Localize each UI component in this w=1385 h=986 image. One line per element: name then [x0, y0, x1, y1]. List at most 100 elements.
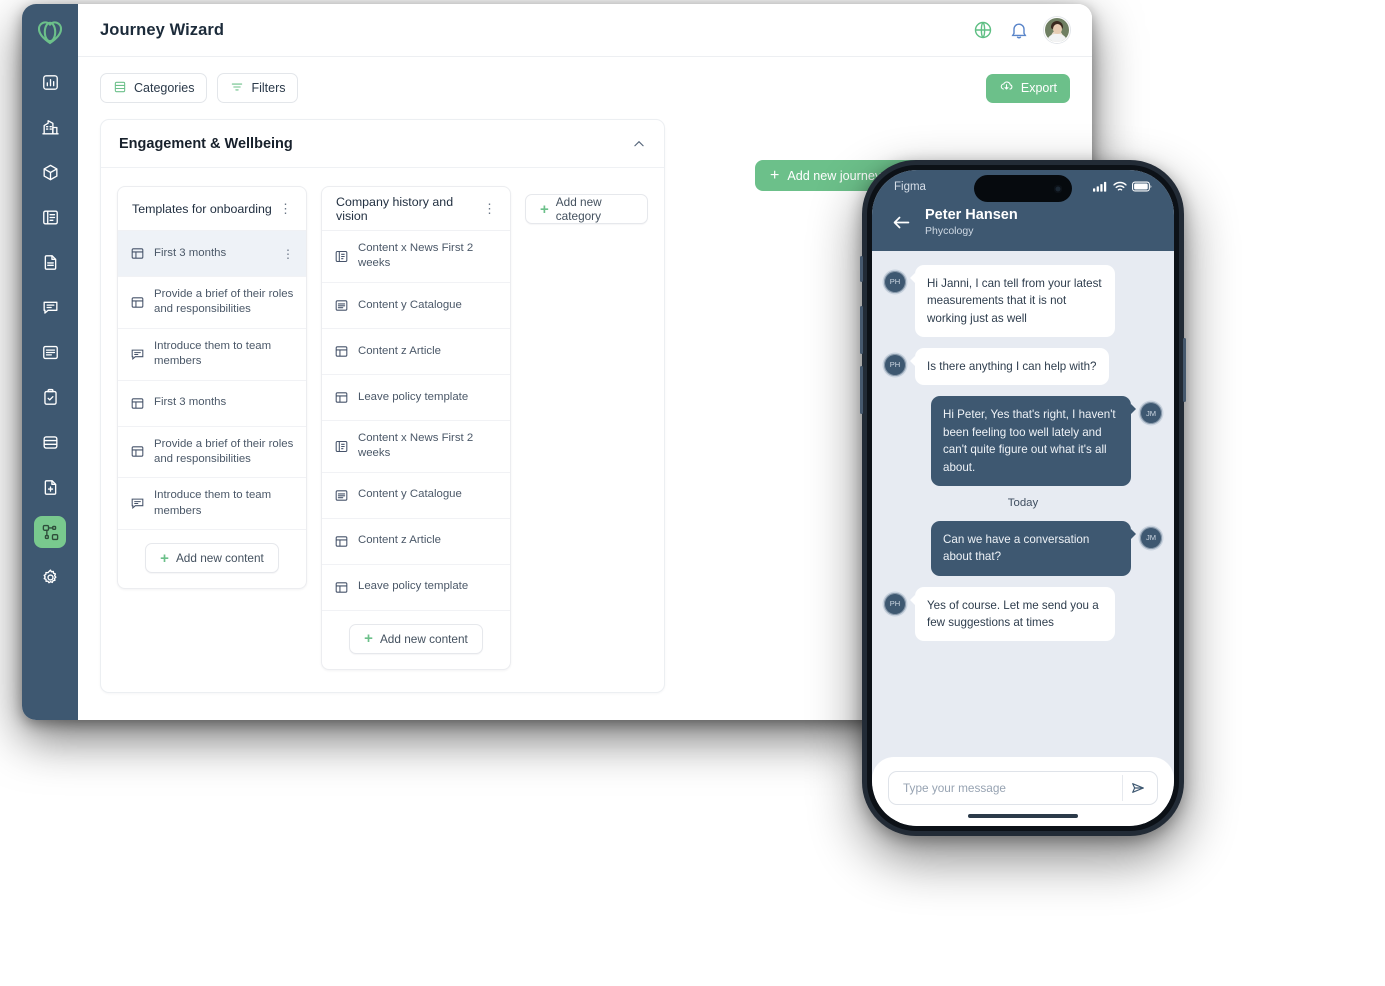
message-bubble: Yes of course. Let me send you a few sug…	[910, 586, 1115, 642]
wifi-icon	[1113, 181, 1127, 192]
phone-frame: Figma Peter Hansen Phycology PH Hi Janni…	[867, 165, 1179, 831]
message-avatar: JM	[1140, 402, 1162, 425]
add-new-category-button[interactable]: + Add new category	[525, 194, 648, 224]
sidebar-item-company[interactable]	[34, 111, 66, 143]
chart-bar-icon	[41, 73, 60, 92]
document-icon	[41, 253, 60, 272]
content-row[interactable]: Content z Article	[322, 329, 510, 375]
message-bubble: Can we have a conversation about that?	[931, 520, 1136, 576]
content-row-label: Leave policy template	[358, 580, 469, 593]
list-rows-icon	[113, 80, 127, 97]
chat-message: PH Hi Janni, I can tell from your latest …	[884, 264, 1162, 337]
filters-button[interactable]: Filters	[217, 73, 299, 103]
chat-message: PH Yes of course. Let me send you a few s…	[884, 586, 1162, 642]
export-button[interactable]: Export	[985, 73, 1070, 103]
filters-label: Filters	[251, 81, 286, 95]
message-avatar: JM	[1140, 526, 1162, 549]
list-lines-icon	[41, 343, 60, 362]
plus-icon: +	[540, 200, 549, 218]
send-paper-plane-icon[interactable]	[1122, 775, 1153, 801]
composer-input-wrap	[888, 771, 1158, 805]
chat-messages[interactable]: PH Hi Janni, I can tell from your latest …	[872, 250, 1174, 757]
sidebar-nav	[34, 66, 66, 606]
content-row-label: First 3 months	[154, 246, 227, 259]
book-open-icon	[334, 439, 349, 454]
document-plus-icon	[41, 478, 60, 497]
avatar[interactable]	[1044, 17, 1070, 43]
content-row-label: Content z Article	[358, 534, 441, 547]
message-input[interactable]	[901, 780, 1122, 796]
message-bubble: Hi Peter, Yes that's right, I haven't be…	[931, 396, 1136, 486]
chevron-up-icon[interactable]	[632, 137, 646, 151]
sidebar-item-messages[interactable]	[34, 291, 66, 323]
database-icon	[41, 433, 60, 452]
content-row[interactable]: Content x News First 2 weeks	[322, 231, 510, 283]
content-row[interactable]: Content z Article	[322, 519, 510, 565]
content-row[interactable]: Provide a brief of their roles and respo…	[118, 277, 306, 329]
content-row[interactable]: Content x News First 2 weeks	[322, 421, 510, 473]
content-row[interactable]: Introduce them to team members	[118, 478, 306, 531]
battery-icon	[1132, 181, 1152, 192]
chat-message: Hi Peter, Yes that's right, I haven't be…	[884, 396, 1162, 486]
sidebar-item-new-document[interactable]	[34, 471, 66, 503]
category-menu-icon[interactable]: ⋮	[483, 202, 496, 215]
phone-volume-down-button[interactable]	[860, 366, 863, 414]
dynamic-island	[974, 175, 1072, 202]
content-row[interactable]: Content y Catalogue	[322, 473, 510, 519]
content-row-label: Introduce them to team members	[154, 339, 272, 368]
add-new-content-button[interactable]: + Add new content	[145, 543, 279, 574]
globe-icon[interactable]	[972, 19, 994, 41]
bell-icon[interactable]	[1008, 19, 1030, 41]
phase-header[interactable]: Engagement & Wellbeing	[101, 120, 664, 168]
category-column-header: Company history and vision ⋮	[322, 187, 510, 231]
category-menu-icon[interactable]: ⋮	[279, 202, 292, 215]
chat-message: Can we have a conversation about that? JM	[884, 520, 1162, 576]
status-app-name: Figma	[894, 180, 926, 193]
content-row[interactable]: Leave policy template	[322, 375, 510, 421]
content-row[interactable]: Introduce them to team members	[118, 329, 306, 381]
content-row[interactable]: Leave policy template	[322, 565, 510, 611]
plus-icon: +	[364, 630, 373, 648]
plus-icon: +	[770, 166, 780, 184]
content-row-menu-icon[interactable]: ⋮	[282, 248, 294, 260]
content-row[interactable]: First 3 months ⋮	[118, 231, 306, 277]
category-column: Templates for onboarding ⋮ First 3 months ⋮…	[117, 186, 307, 590]
add-content-label: Add new content	[175, 551, 264, 566]
page-title: Journey Wizard	[100, 20, 225, 39]
back-arrow-icon[interactable]	[892, 214, 911, 231]
sidebar-item-analytics[interactable]	[34, 66, 66, 98]
sidebar-item-tasks[interactable]	[34, 381, 66, 413]
sidebar-item-database[interactable]	[34, 426, 66, 458]
topbar-actions	[972, 17, 1070, 43]
message-bubble: Is there anything I can help with?	[910, 347, 1109, 386]
top-bar: Journey Wizard	[78, 4, 1092, 57]
message-composer	[872, 757, 1174, 826]
book-open-icon	[41, 208, 60, 227]
layout-template-icon	[130, 444, 145, 459]
sidebar-item-settings[interactable]	[34, 561, 66, 593]
sidebar	[22, 4, 78, 720]
content-row-label: Introduce them to team members	[154, 489, 272, 517]
phone-power-button[interactable]	[1183, 338, 1186, 402]
phone-volume-up-button[interactable]	[860, 306, 863, 354]
content-row[interactable]: Content y Catalogue	[322, 283, 510, 329]
phone-silent-switch[interactable]	[860, 256, 863, 282]
peer-role: Phycology	[925, 225, 974, 238]
add-new-content-button[interactable]: + Add new content	[349, 623, 483, 654]
category-title: Company history and vision	[336, 194, 454, 223]
chat-bubble-icon	[41, 298, 60, 317]
content-row[interactable]: Provide a brief of their roles and respo…	[118, 427, 306, 479]
message-avatar: PH	[884, 353, 906, 376]
content-row-label: Content y Catalogue	[358, 298, 462, 311]
heart-loops-logo[interactable]	[30, 12, 70, 52]
chat-bubble-icon	[130, 496, 145, 511]
sidebar-item-documents[interactable]	[34, 246, 66, 278]
sidebar-item-lists[interactable]	[34, 336, 66, 368]
status-indicators	[1093, 181, 1152, 192]
sidebar-item-products[interactable]	[34, 156, 66, 188]
sidebar-item-library[interactable]	[34, 201, 66, 233]
content-row[interactable]: First 3 months	[118, 381, 306, 427]
chat-bubble-icon	[130, 347, 145, 362]
sidebar-item-journey[interactable]	[34, 516, 66, 548]
categories-button[interactable]: Categories	[100, 73, 208, 103]
